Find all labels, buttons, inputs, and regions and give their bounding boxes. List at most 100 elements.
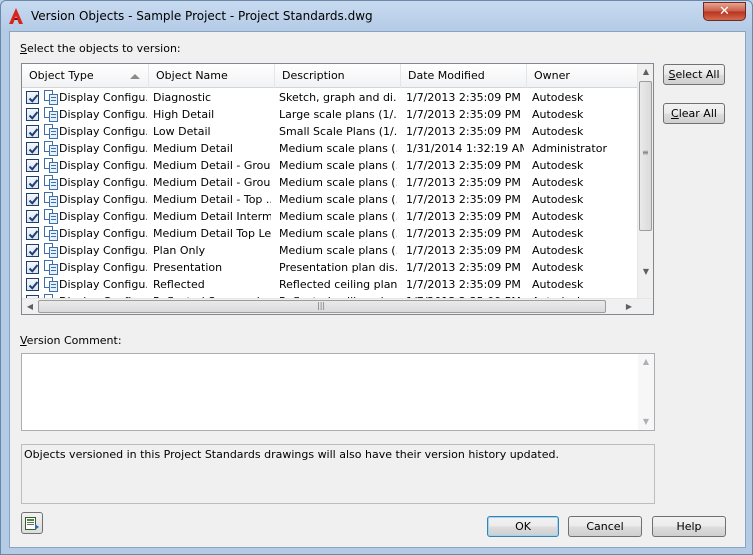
row-checkbox[interactable] <box>26 125 39 138</box>
cell-type: Display Configu... <box>59 210 147 223</box>
cell-name: Diagnostic <box>153 91 212 104</box>
title-bar[interactable]: Version Objects - Sample Project - Proje… <box>1 1 752 31</box>
version-history-button[interactable] <box>21 512 43 534</box>
table-row[interactable]: Display Configu... Medium Detail - Grou..… <box>22 174 639 191</box>
table-row[interactable]: Display Configu... Medium Detail Interm..… <box>22 208 639 225</box>
column-header-object-name[interactable]: Object Name <box>149 64 275 88</box>
horizontal-scroll-thumb[interactable]: ||| <box>38 300 606 313</box>
cell-desc: Presentation plan dis... <box>279 261 397 274</box>
cell-type: Display Configu... <box>59 125 147 138</box>
help-button[interactable]: Help <box>652 516 726 537</box>
row-checkbox[interactable] <box>26 278 39 291</box>
cell-type: Display Configu... <box>59 244 147 257</box>
grip-icon: ≡ <box>642 148 649 157</box>
scroll-right-icon[interactable]: ▶ <box>621 299 637 314</box>
cell-owner: Administrator <box>532 142 607 155</box>
scroll-left-icon[interactable]: ◀ <box>22 299 38 314</box>
close-button[interactable]: ✕ <box>703 2 746 21</box>
scroll-down-icon[interactable]: ▼ <box>638 264 653 280</box>
display-configuration-icon <box>43 225 59 242</box>
display-configuration-icon <box>43 191 59 208</box>
display-configuration-icon <box>43 140 59 157</box>
row-checkbox[interactable] <box>26 159 39 172</box>
objects-list[interactable]: Object Type Object Name Description Date… <box>21 63 654 315</box>
table-row[interactable]: Display Configu... Medium Detail Medium sc… <box>22 140 639 157</box>
cell-date: 1/7/2013 2:35:09 PM <box>406 176 521 189</box>
row-checkbox[interactable] <box>26 91 39 104</box>
table-row[interactable]: Display Configu... Low Detail Small Scale … <box>22 123 639 140</box>
version-comment-input[interactable]: ▲ ▼ <box>21 353 655 431</box>
ok-button[interactable]: OK <box>487 516 559 537</box>
table-row[interactable]: Display Configu... High Detail Large scale… <box>22 106 639 123</box>
cell-owner: Autodesk <box>532 210 584 223</box>
cell-name: Medium Detail - Grou... <box>153 159 271 172</box>
cell-type: Display Configu... <box>59 91 147 104</box>
table-row[interactable]: Display Configu... Plan Only Medium scale … <box>22 242 639 259</box>
cell-owner: Autodesk <box>532 91 584 104</box>
row-checkbox[interactable] <box>26 108 39 121</box>
checkmark-icon <box>28 196 39 205</box>
table-row[interactable]: Display Configu... Medium Detail - Top ..… <box>22 191 639 208</box>
table-row[interactable]: Display Configu... Presentation Presentati… <box>22 259 639 276</box>
version-comment-label: Version Comment: <box>20 334 122 347</box>
horizontal-scrollbar[interactable]: ◀ ||| ▶ <box>22 298 653 314</box>
cell-type: Display Configu... <box>59 108 147 121</box>
cell-name: Reflected <box>153 278 205 291</box>
row-checkbox[interactable] <box>26 193 39 206</box>
cell-name: Medium Detail - Top ... <box>153 193 271 206</box>
table-row[interactable]: Display Configu... Medium Detail - Grou..… <box>22 157 639 174</box>
cell-desc: Sketch, graph and di... <box>279 91 397 104</box>
display-configuration-icon <box>43 208 59 225</box>
cell-owner: Autodesk <box>532 261 584 274</box>
row-checkbox[interactable] <box>26 210 39 223</box>
cell-name: Presentation <box>153 261 223 274</box>
checkmark-icon <box>28 162 39 171</box>
row-checkbox[interactable] <box>26 142 39 155</box>
display-configuration-icon <box>43 106 59 123</box>
row-checkbox[interactable] <box>26 244 39 257</box>
grip-icon: ||| <box>317 301 326 310</box>
cancel-button[interactable]: Cancel <box>568 516 642 537</box>
display-configuration-icon <box>43 174 59 191</box>
table-row[interactable]: Display Configu... Diagnostic Sketch, grap… <box>22 89 639 106</box>
cell-date: 1/7/2013 2:35:09 PM <box>406 159 521 172</box>
select-all-button[interactable]: Select All <box>663 64 725 85</box>
checkmark-icon <box>28 128 39 137</box>
document-history-icon <box>25 517 39 530</box>
cell-date: 1/7/2013 2:35:09 PM <box>406 210 521 223</box>
cell-date: 1/7/2013 2:35:09 PM <box>406 278 521 291</box>
cell-type: Display Configu... <box>59 176 147 189</box>
window-title: Version Objects - Sample Project - Proje… <box>31 9 373 23</box>
checkmark-icon <box>28 145 39 154</box>
column-header-description[interactable]: Description <box>275 64 401 88</box>
scroll-up-icon[interactable]: ▲ <box>638 64 653 80</box>
cell-desc: Medium scale plans (... <box>279 176 397 189</box>
display-configuration-icon <box>43 259 59 276</box>
column-header-owner[interactable]: Owner <box>527 64 639 88</box>
cell-desc: Medium scale plans (... <box>279 159 397 172</box>
comment-scrollbar[interactable]: ▲ ▼ <box>638 354 654 430</box>
cell-date: 1/7/2013 2:35:09 PM <box>406 125 521 138</box>
cell-type: Display Configu... <box>59 142 147 155</box>
row-checkbox[interactable] <box>26 261 39 274</box>
display-configuration-icon <box>43 89 59 106</box>
column-header-object-type[interactable]: Object Type <box>22 64 149 88</box>
row-checkbox[interactable] <box>26 227 39 240</box>
cell-owner: Autodesk <box>532 193 584 206</box>
vertical-scrollbar[interactable]: ▲ ≡ ▼ <box>637 64 653 298</box>
cell-owner: Autodesk <box>532 108 584 121</box>
cell-desc: Medium scale plans (... <box>279 244 397 257</box>
cell-desc: Large scale plans (1/... <box>279 108 397 121</box>
cell-type: Display Configu... <box>59 261 147 274</box>
vertical-scroll-thumb[interactable]: ≡ <box>639 81 652 231</box>
clear-all-button[interactable]: Clear All <box>663 103 725 124</box>
cell-name: Medium Detail <box>153 142 233 155</box>
column-header-date-modified[interactable]: Date Modified <box>401 64 527 88</box>
cell-desc: Medium scale plans (... <box>279 210 397 223</box>
scroll-down-icon[interactable]: ▼ <box>638 414 654 430</box>
table-row[interactable]: Display Configu... Medium Detail Top Le..… <box>22 225 639 242</box>
row-checkbox[interactable] <box>26 176 39 189</box>
table-row[interactable]: Display Configu... Reflected Reflected cei… <box>22 276 639 293</box>
scroll-up-icon[interactable]: ▲ <box>638 354 654 370</box>
cell-name: Medium Detail Top Le... <box>153 227 271 240</box>
